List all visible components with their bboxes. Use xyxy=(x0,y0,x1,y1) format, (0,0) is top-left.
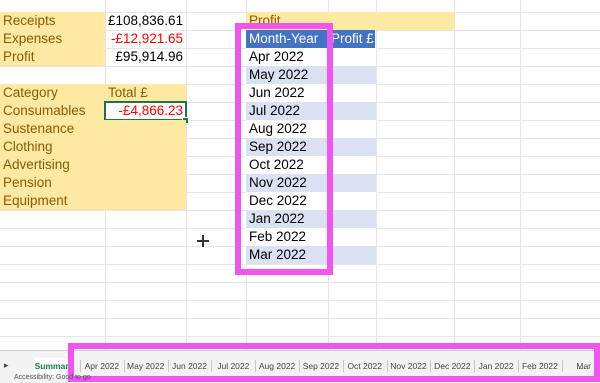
profit-cell[interactable] xyxy=(328,84,376,102)
gridline xyxy=(0,300,600,301)
profit-cell[interactable] xyxy=(328,246,376,264)
profit-cell[interactable] xyxy=(328,228,376,246)
profit-label[interactable]: Profit xyxy=(0,48,105,66)
category-cell-consumables[interactable]: Consumables xyxy=(0,102,105,120)
total-cell-clothing[interactable] xyxy=(105,138,186,156)
category-header[interactable]: Category xyxy=(0,84,105,102)
profit-cell[interactable] xyxy=(328,210,376,228)
category-cell-clothing[interactable]: Clothing xyxy=(0,138,105,156)
profit-cell[interactable] xyxy=(328,138,376,156)
total-cell-equipment[interactable] xyxy=(105,192,186,210)
category-cell-sustenance[interactable]: Sustenance xyxy=(0,120,105,138)
gridline xyxy=(0,318,600,319)
receipts-value[interactable]: £108,836.61 xyxy=(105,12,186,30)
worksheet-grid[interactable]: Receipts £108,836.61 Expenses -£12,921.6… xyxy=(0,0,600,350)
expenses-label[interactable]: Expenses xyxy=(0,30,105,48)
profit-cell[interactable] xyxy=(328,102,376,120)
total-header[interactable]: Total £ xyxy=(105,84,186,102)
accessibility-status[interactable]: Accessibility: Good to go xyxy=(14,374,91,381)
profit-cell[interactable] xyxy=(328,120,376,138)
total-cell-pension[interactable] xyxy=(105,174,186,192)
profit-cell[interactable] xyxy=(328,48,376,66)
category-cell-advertising[interactable]: Advertising xyxy=(0,156,105,174)
profit-cell[interactable] xyxy=(328,66,376,84)
crosshair-cursor-icon xyxy=(197,235,209,247)
profit-cell[interactable] xyxy=(328,174,376,192)
total-cell-sustenance[interactable] xyxy=(105,120,186,138)
selected-cell-consumables-total[interactable]: -£4,866.23 xyxy=(104,101,187,121)
receipts-label[interactable]: Receipts xyxy=(0,12,105,30)
profit-cell[interactable] xyxy=(328,192,376,210)
profit-header[interactable]: Profit £ xyxy=(328,30,376,48)
category-cell-equipment[interactable]: Equipment xyxy=(0,192,105,210)
gridline xyxy=(0,336,600,337)
total-cell-advertising[interactable] xyxy=(105,156,186,174)
gridline xyxy=(0,282,600,283)
annotation-highlight-sheet-tabs xyxy=(68,343,600,382)
triangle-right-icon[interactable]: ▸ xyxy=(4,360,9,371)
annotation-highlight-month-column xyxy=(235,23,333,275)
expenses-value[interactable]: -£12,921.65 xyxy=(105,30,186,48)
profit-cell[interactable] xyxy=(328,156,376,174)
category-cell-pension[interactable]: Pension xyxy=(0,174,105,192)
profit-value[interactable]: £95,914.96 xyxy=(105,48,186,66)
